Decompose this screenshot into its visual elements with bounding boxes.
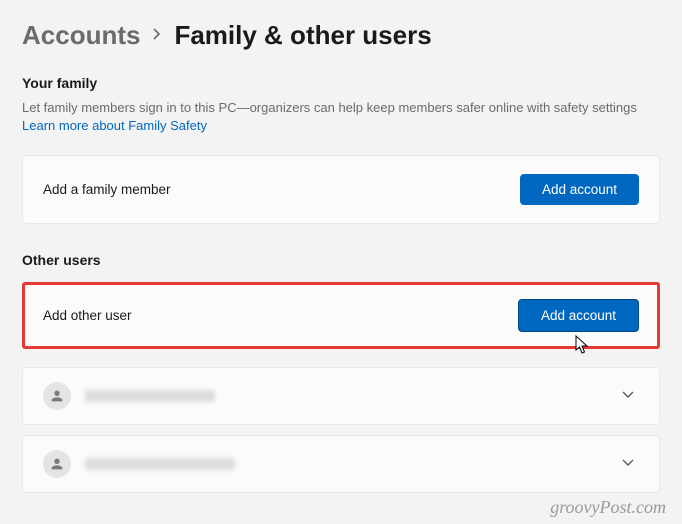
add-family-label: Add a family member [43,182,171,197]
avatar-icon [43,450,71,478]
add-other-user-card: Add other user Add account [22,282,660,349]
watermark: groovyPost.com [550,497,666,518]
add-family-account-button[interactable]: Add account [520,174,639,205]
family-section-desc: Let family members sign in to this PC—or… [22,99,660,135]
chevron-right-icon [152,27,162,44]
user-row[interactable] [22,367,660,425]
user-row[interactable] [22,435,660,493]
breadcrumb: Accounts Family & other users [22,20,660,51]
other-users-title: Other users [22,252,660,268]
add-family-card: Add a family member Add account [22,155,660,224]
chevron-down-icon[interactable] [617,451,639,477]
user-name-redacted [85,458,235,470]
user-name-redacted [85,390,215,402]
family-section-title: Your family [22,75,660,91]
breadcrumb-prev[interactable]: Accounts [22,20,140,51]
add-other-user-label: Add other user [43,308,132,323]
add-other-account-button[interactable]: Add account [518,299,639,332]
page-title: Family & other users [174,20,431,51]
avatar-icon [43,382,71,410]
family-safety-link[interactable]: Learn more about Family Safety [22,118,207,133]
chevron-down-icon[interactable] [617,383,639,409]
